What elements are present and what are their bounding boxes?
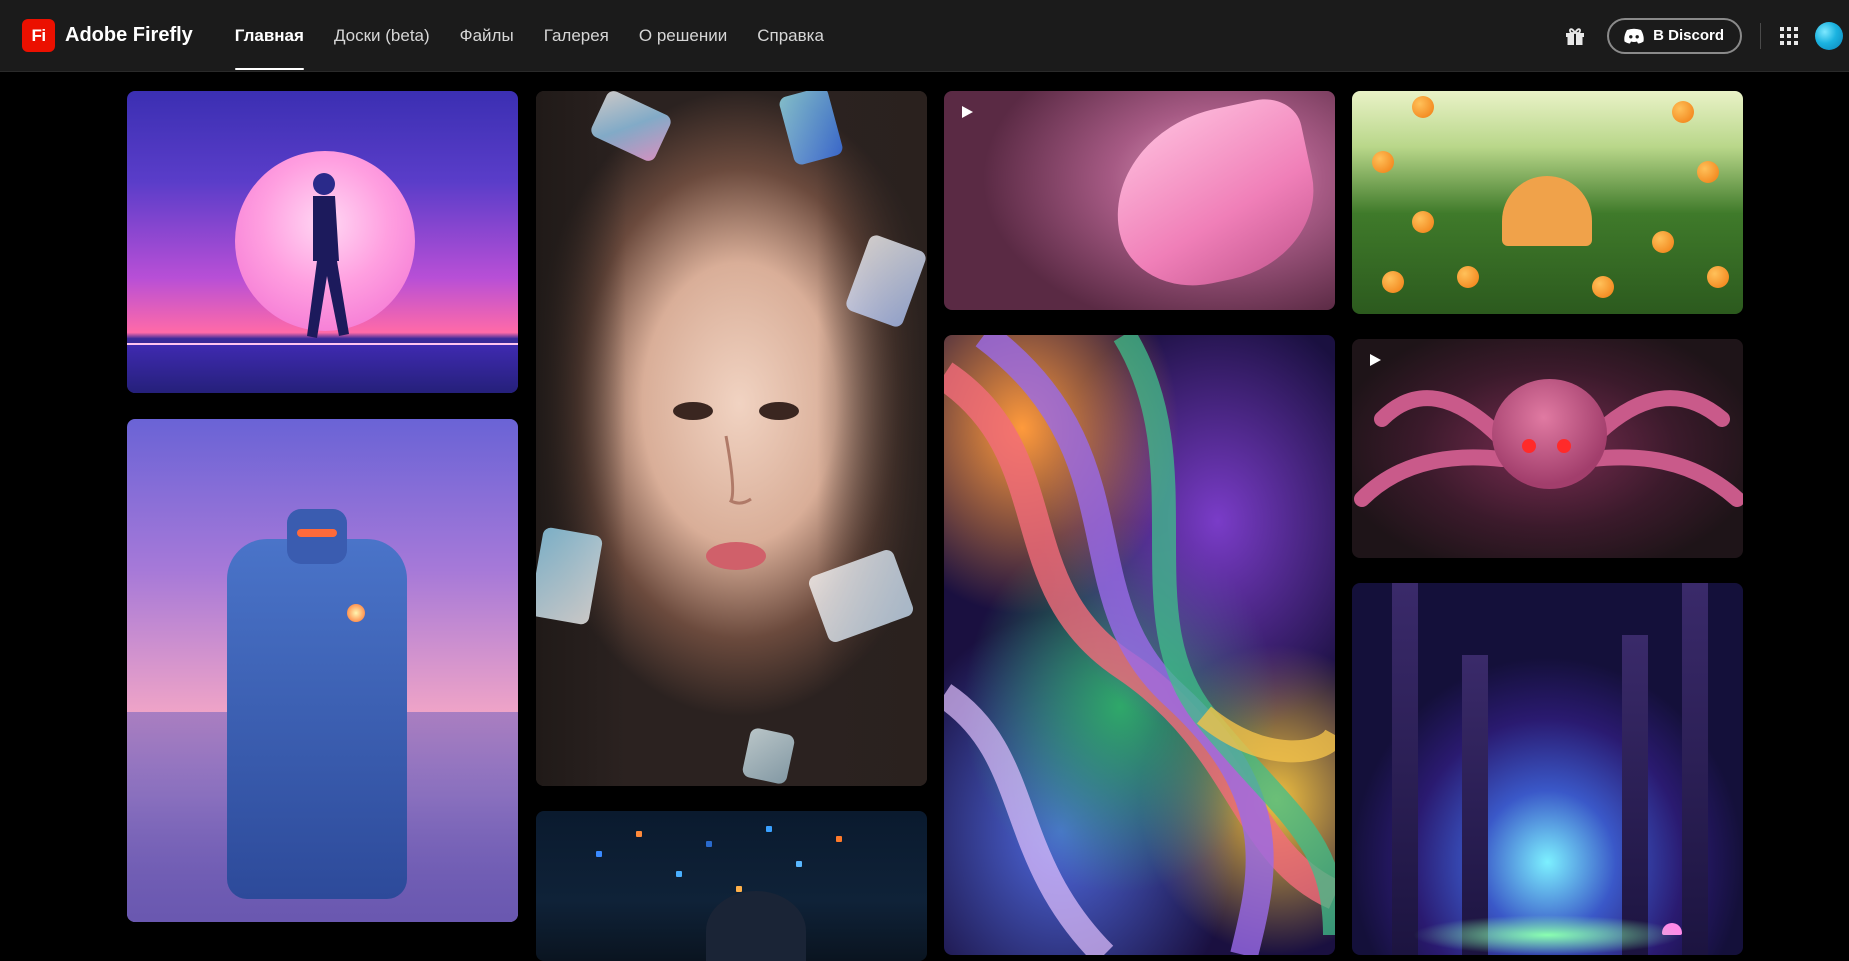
orange-fruit bbox=[1382, 271, 1404, 293]
nav-item-files[interactable]: Файлы bbox=[460, 0, 514, 72]
gift-icon[interactable] bbox=[1563, 24, 1587, 48]
sea-shape bbox=[127, 345, 518, 393]
orange-fruit bbox=[1707, 266, 1729, 288]
brand[interactable]: Fi Adobe Firefly bbox=[22, 19, 193, 52]
hair-right-shape bbox=[817, 91, 927, 786]
robot-body-shape bbox=[227, 539, 407, 899]
tile-pink-butterfly[interactable] bbox=[944, 91, 1335, 310]
nav-item-boards[interactable]: Доски (beta) bbox=[334, 0, 430, 72]
tile-night-city[interactable] bbox=[536, 811, 927, 961]
tile-flowing-waves[interactable] bbox=[944, 335, 1335, 955]
light-pixel bbox=[736, 886, 742, 892]
nav-item-about[interactable]: О решении bbox=[639, 0, 727, 72]
tree-trunk bbox=[1462, 655, 1488, 955]
house-shape bbox=[1502, 176, 1592, 246]
light-pixel bbox=[766, 826, 772, 832]
hair-left-shape bbox=[536, 91, 626, 786]
light-pixel bbox=[706, 841, 712, 847]
figure-head-silhouette bbox=[706, 891, 806, 961]
light-pixel bbox=[676, 871, 682, 877]
tile-orange-grove[interactable] bbox=[1352, 91, 1743, 314]
discord-icon bbox=[1624, 28, 1644, 43]
orange-fruit bbox=[1372, 151, 1394, 173]
face-features bbox=[673, 402, 799, 570]
tree-trunk bbox=[1622, 635, 1648, 955]
tile-moon-walker[interactable] bbox=[127, 91, 518, 393]
wave-pattern bbox=[944, 335, 1335, 955]
adobe-firefly-logo: Fi bbox=[22, 19, 55, 52]
tile-blue-robot[interactable] bbox=[127, 419, 518, 922]
app-name: Adobe Firefly bbox=[65, 24, 193, 46]
spider-eye bbox=[1522, 439, 1536, 453]
tile-crystal-portrait[interactable] bbox=[536, 91, 927, 786]
play-icon bbox=[962, 106, 973, 118]
nav-item-help[interactable]: Справка bbox=[757, 0, 824, 72]
top-navigation-bar: Fi Adobe Firefly Главная Доски (beta) Фа… bbox=[0, 0, 1849, 72]
apps-grid-icon[interactable] bbox=[1779, 26, 1799, 46]
tree-trunk bbox=[1392, 583, 1418, 955]
robot-head-shape bbox=[287, 509, 347, 564]
header-actions: В Discord bbox=[1563, 0, 1849, 72]
discord-button[interactable]: В Discord bbox=[1607, 17, 1742, 54]
user-avatar[interactable] bbox=[1815, 21, 1843, 50]
spider-body-shape bbox=[1492, 379, 1607, 489]
light-pixel bbox=[836, 836, 842, 842]
spider-eye bbox=[1557, 439, 1571, 453]
crystal-shape bbox=[741, 726, 796, 786]
light-pixel bbox=[796, 861, 802, 867]
play-icon bbox=[1370, 354, 1381, 366]
tree-trunk bbox=[1682, 583, 1708, 955]
orange-fruit bbox=[1652, 231, 1674, 253]
tile-pink-spider[interactable] bbox=[1352, 339, 1743, 558]
header-divider bbox=[1760, 22, 1761, 49]
robot-core-light bbox=[347, 604, 365, 622]
forest-floor-glow bbox=[1412, 915, 1683, 955]
nav-item-gallery[interactable]: Галерея bbox=[544, 0, 609, 72]
orange-fruit bbox=[1412, 96, 1434, 118]
light-pixel bbox=[596, 851, 602, 857]
main-nav: Главная Доски (beta) Файлы Галерея О реш… bbox=[234, 0, 854, 72]
light-pixel bbox=[636, 831, 642, 837]
butterfly-wing-shape bbox=[1098, 92, 1330, 300]
walking-figure-silhouette bbox=[307, 173, 349, 338]
orange-fruit bbox=[1592, 276, 1614, 298]
tile-glowing-forest[interactable] bbox=[1352, 583, 1743, 955]
orange-fruit bbox=[1697, 161, 1719, 183]
discord-button-label: В Discord bbox=[1653, 27, 1724, 44]
nav-item-home[interactable]: Главная bbox=[234, 0, 305, 72]
orange-fruit bbox=[1412, 211, 1434, 233]
orange-fruit bbox=[1457, 266, 1479, 288]
orange-fruit bbox=[1672, 101, 1694, 123]
